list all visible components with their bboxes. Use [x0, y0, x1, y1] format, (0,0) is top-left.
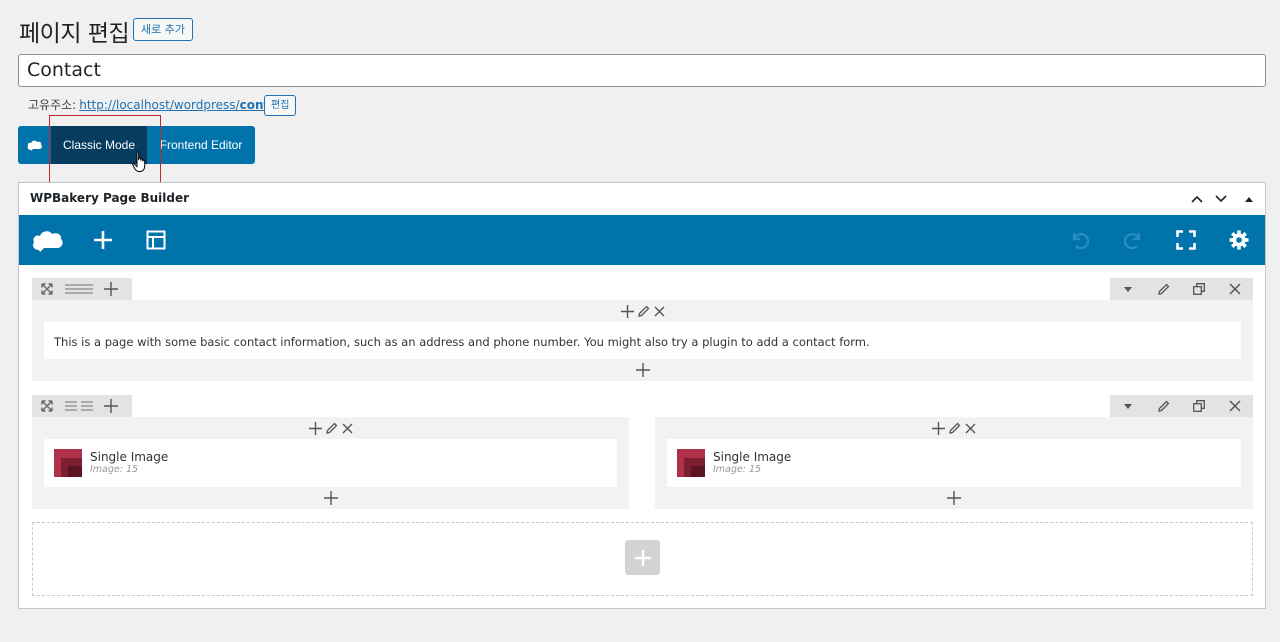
permalink-edit-button[interactable]: 편집 — [264, 95, 297, 116]
plus-icon — [635, 363, 650, 377]
row-edit-button[interactable] — [1146, 395, 1182, 417]
row-actions — [1110, 278, 1253, 300]
row-resize-button[interactable] — [32, 278, 62, 300]
move-up-icon[interactable] — [1188, 190, 1206, 208]
column-add-element-button[interactable] — [32, 487, 629, 509]
close-icon — [1229, 283, 1241, 295]
undo-icon — [1070, 230, 1090, 250]
row-layout-button[interactable] — [62, 278, 96, 300]
frontend-editor-button[interactable]: Frontend Editor — [147, 126, 255, 164]
plus-icon — [634, 549, 652, 567]
element-name: Single Image — [90, 450, 169, 464]
plus-icon[interactable] — [932, 421, 945, 435]
wpbakery-toolbar-logo[interactable] — [32, 224, 64, 256]
collapse-toggle-icon[interactable] — [1240, 190, 1258, 208]
wpbakery-cloud-icon — [27, 139, 43, 151]
row-1: This is a page with some basic contact i… — [32, 300, 1253, 381]
permalink-link[interactable]: http://localhost/wordpress/contact/ — [79, 97, 294, 113]
column-controls — [32, 417, 629, 439]
element-info: Image: 15 — [713, 464, 762, 475]
row-clone-button[interactable] — [1182, 278, 1218, 300]
plus-icon — [104, 399, 118, 413]
row-layout-icon — [65, 283, 93, 295]
row-controls — [32, 395, 132, 417]
fullscreen-button[interactable] — [1170, 224, 1202, 256]
single-image-element[interactable]: Single Image Image: 15 — [44, 439, 617, 487]
element-name: Single Image — [713, 450, 792, 464]
add-new-button[interactable]: 새로 추가 — [133, 18, 193, 41]
text-block-content: This is a page with some basic contact i… — [54, 335, 870, 349]
row-actions — [1110, 395, 1253, 417]
row-add-column-button[interactable] — [96, 395, 126, 417]
row-toggle-button[interactable] — [1110, 278, 1146, 300]
redo-button[interactable] — [1117, 224, 1149, 256]
element-info: Image: 15 — [90, 464, 139, 475]
close-icon[interactable] — [342, 423, 353, 434]
pencil-icon[interactable] — [637, 305, 650, 317]
row-layout-icon — [65, 400, 93, 412]
move-down-icon[interactable] — [1212, 190, 1230, 208]
templates-button[interactable] — [140, 224, 172, 256]
add-row-button[interactable] — [625, 540, 660, 575]
single-image-thumbnail — [677, 449, 705, 477]
single-image-element[interactable]: Single Image Image: 15 — [667, 439, 1241, 487]
column-controls — [32, 300, 1253, 322]
wpbakery-logo-button[interactable] — [18, 126, 51, 164]
row-toggle-button[interactable] — [1110, 395, 1146, 417]
expand-arrows-icon — [41, 283, 53, 295]
row-add-column-button[interactable] — [96, 278, 126, 300]
expand-arrows-icon — [41, 400, 53, 412]
add-element-button[interactable] — [87, 224, 119, 256]
page-title: 페이지 편집 — [19, 21, 130, 47]
plus-icon — [323, 491, 338, 505]
close-icon[interactable] — [654, 306, 665, 317]
row-resize-button[interactable] — [32, 395, 62, 417]
post-title-input[interactable]: Contact — [18, 54, 1266, 87]
plus-icon[interactable] — [308, 421, 322, 435]
caret-down-icon — [1123, 286, 1132, 292]
hand-cursor-icon — [132, 151, 148, 173]
pencil-icon[interactable] — [325, 422, 338, 434]
clone-icon — [1193, 283, 1206, 295]
close-icon — [1229, 400, 1241, 412]
wpbakery-cloud-icon — [32, 228, 64, 252]
column-add-element-button[interactable] — [655, 487, 1253, 509]
highlight-box — [49, 115, 161, 184]
caret-down-icon — [1123, 403, 1132, 409]
text-block-element[interactable]: This is a page with some basic contact i… — [44, 322, 1241, 359]
pencil-icon[interactable] — [949, 422, 961, 434]
column-add-element-button[interactable] — [32, 359, 1253, 381]
permalink: 고유주소: http://localhost/wordpress/contact… — [28, 97, 294, 113]
gear-icon — [1229, 230, 1249, 250]
close-icon[interactable] — [965, 423, 976, 434]
row-delete-button[interactable] — [1217, 395, 1253, 417]
permalink-url-prefix: http://localhost/wordpress/ — [79, 98, 240, 112]
settings-button[interactable] — [1223, 224, 1255, 256]
row-controls — [32, 278, 132, 300]
row-2-column-left: Single Image Image: 15 — [32, 417, 629, 509]
permalink-label: 고유주소: — [28, 98, 77, 112]
pencil-icon — [1157, 400, 1170, 412]
plus-icon — [104, 282, 118, 296]
plus-icon — [947, 491, 961, 505]
undo-button[interactable] — [1064, 224, 1096, 256]
page-builder-title: WPBakery Page Builder — [30, 191, 190, 205]
plus-icon[interactable] — [620, 304, 634, 318]
row-delete-button[interactable] — [1217, 278, 1253, 300]
row-2-column-right: Single Image Image: 15 — [655, 417, 1253, 509]
single-image-thumbnail — [54, 449, 82, 477]
pencil-icon — [1157, 283, 1170, 295]
layout-template-icon — [146, 230, 166, 250]
row-layout-button[interactable] — [62, 395, 96, 417]
column-controls — [655, 417, 1253, 439]
row-clone-button[interactable] — [1182, 395, 1218, 417]
redo-icon — [1123, 230, 1143, 250]
clone-icon — [1193, 400, 1206, 412]
plus-icon — [93, 230, 113, 250]
fullscreen-icon — [1176, 230, 1196, 250]
row-edit-button[interactable] — [1146, 278, 1182, 300]
